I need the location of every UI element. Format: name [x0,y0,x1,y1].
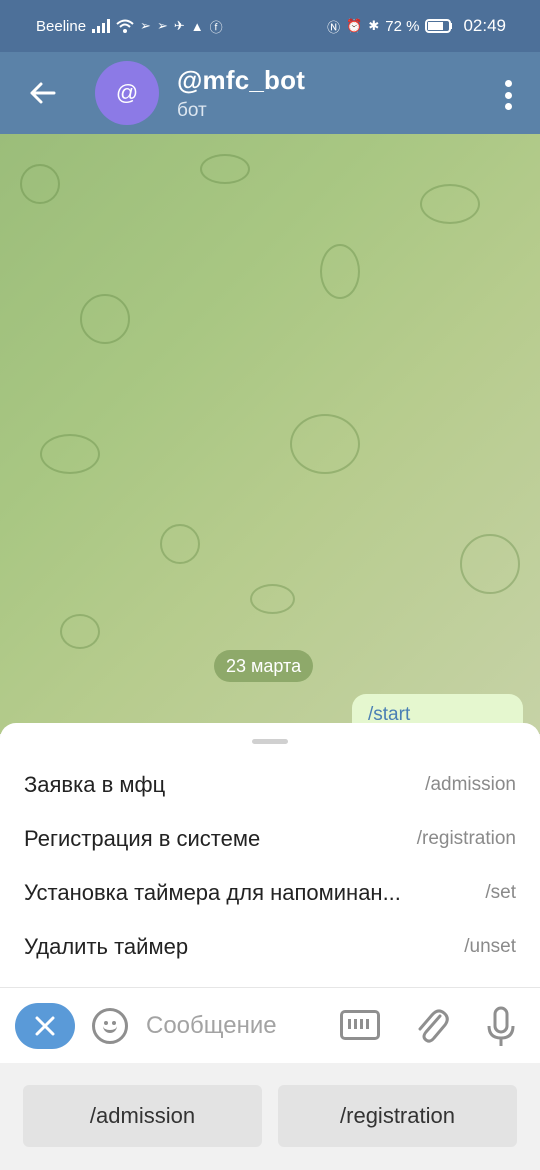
status-right: Ⓝ ⏰ ✱ 72 % 02:49 [327,16,506,36]
attach-icon[interactable] [414,1006,450,1046]
command-item-set[interactable]: Установка таймера для напоминан... /set [24,866,516,920]
command-item-unset[interactable]: Удалить таймер /unset [24,920,516,974]
command-description: Установка таймера для напоминан... [24,880,401,905]
command-item-admission[interactable]: Заявка в мфц /admission [24,758,516,812]
telegram-icon: ✈ [173,18,185,33]
command-name: /set [485,882,516,903]
chat-subtitle: бот [177,99,207,121]
status-bar: Beeline ➢ ➢ ✈ ▲ ⓕ Ⓝ ⏰ ✱ 72 % 02:49 [0,0,540,52]
more-menu-button[interactable] [498,80,518,110]
status-left: Beeline ➢ ➢ ✈ ▲ ⓕ [36,17,223,36]
microphone-icon[interactable] [486,1006,516,1048]
chat-area[interactable]: 23 марта /start [0,134,540,734]
avatar-letter: @ [115,80,139,105]
wallpaper-doodle [460,534,520,594]
nfc-icon: Ⓝ [327,19,341,35]
wallpaper-doodle [160,524,200,564]
wallpaper-doodle [40,434,100,474]
send-icon-2: ➢ [156,18,168,33]
wallpaper-doodle [60,614,100,649]
bot-commands-panel: Заявка в мфц /admission Регистрация в си… [0,723,540,987]
chat-title-block[interactable]: @mfc_bot бот [177,65,305,122]
avatar[interactable]: @ [95,61,159,125]
dot-icon [504,80,512,87]
reply-button-registration[interactable]: /registration [278,1085,517,1147]
clock: 02:49 [463,16,506,35]
back-button[interactable] [0,52,84,134]
reply-keyboard: /admission /registration [0,1063,540,1170]
reply-button-admission[interactable]: /admission [23,1085,262,1147]
arrow-left-icon [30,82,56,104]
command-description: Регистрация в системе [24,826,261,851]
wallpaper-doodle [290,414,360,474]
wallpaper-doodle [80,294,130,344]
battery-icon [425,19,453,33]
facebook-icon: ⓕ [209,19,223,35]
command-name: /registration [416,828,516,849]
wallpaper-doodle [20,164,60,204]
alarm-icon: ⏰ [346,18,363,33]
dot-icon [504,91,512,99]
message-input[interactable]: Сообщение [146,1012,277,1040]
signal-icon [92,19,111,33]
message-input-bar: Сообщение [0,987,540,1063]
wallpaper-doodle [420,184,480,224]
drag-handle[interactable] [252,739,288,744]
send-icon: ➢ [140,18,151,33]
bluetooth-icon: ✱ [368,18,380,33]
wifi-icon [116,19,134,33]
wallpaper-doodle [320,244,360,299]
emoji-icon[interactable] [92,1008,128,1044]
command-name: /unset [464,936,516,957]
wallpaper-doodle [200,154,250,184]
dot-icon [504,103,512,110]
chat-header: @ @mfc_bot бот [0,52,540,134]
command-description: Удалить таймер [24,934,189,959]
wallpaper-doodle [250,584,295,614]
command-name: /admission [425,774,516,795]
carrier-label: Beeline [36,17,87,35]
command-description: Заявка в мфц [24,772,166,797]
close-icon [35,1016,55,1036]
battery-percent: 72 % [385,17,420,35]
close-commands-button[interactable] [15,1003,75,1049]
date-separator: 23 марта [214,650,314,682]
keyboard-icon[interactable] [340,1010,380,1040]
warning-icon: ▲ [190,18,204,34]
command-item-registration[interactable]: Регистрация в системе /registration [24,812,516,866]
message-text[interactable]: /start [368,704,410,725]
chat-title: @mfc_bot [177,64,306,95]
